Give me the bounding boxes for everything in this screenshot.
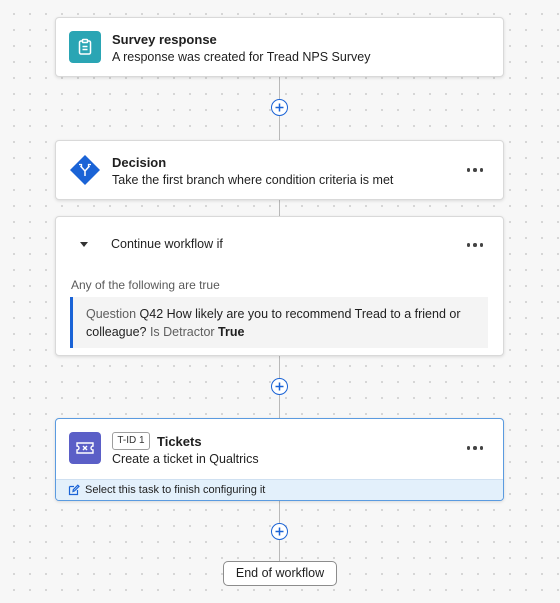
condition-question: Q42 How likely are you to recommend Trea… xyxy=(86,307,461,339)
decision-more-button[interactable] xyxy=(463,161,487,179)
trigger-card[interactable]: Survey response A response was created f… xyxy=(55,17,504,77)
branch-more-button[interactable] xyxy=(463,236,487,254)
ticket-icon xyxy=(69,432,101,464)
configure-task-text: Select this task to finish configuring i… xyxy=(85,484,266,496)
decision-card[interactable]: Decision Take the first branch where con… xyxy=(55,140,504,200)
add-step-button[interactable] xyxy=(271,378,288,395)
task-title: Tickets xyxy=(157,434,202,449)
branch-label: Continue workflow if xyxy=(111,237,223,251)
task-subtitle: Create a ticket in Qualtrics xyxy=(112,452,259,466)
condition-value: True xyxy=(218,325,245,339)
condition-operator: Is Detractor xyxy=(149,325,215,339)
branch-icon xyxy=(69,154,101,186)
condition-prefix: Question xyxy=(86,307,137,321)
task-card[interactable]: Tickets Create a ticket in Qualtrics Sel… xyxy=(55,418,504,501)
chevron-down-icon[interactable] xyxy=(80,242,88,247)
condition-row[interactable]: Question Q42 How likely are you to recom… xyxy=(70,297,488,348)
add-step-button[interactable] xyxy=(271,99,288,116)
end-of-workflow: End of workflow xyxy=(223,561,337,586)
task-more-button[interactable] xyxy=(463,439,487,457)
add-step-button[interactable] xyxy=(271,523,288,540)
decision-title: Decision xyxy=(112,155,167,170)
clipboard-icon xyxy=(69,31,101,63)
connector-line xyxy=(279,200,280,216)
edit-icon xyxy=(68,484,80,496)
configure-task-banner[interactable]: Select this task to finish configuring i… xyxy=(56,479,503,500)
trigger-subtitle: A response was created for Tread NPS Sur… xyxy=(112,50,371,64)
task-id-badge: T-ID 1 xyxy=(112,432,150,450)
condition-match-text: Any of the following are true xyxy=(71,278,220,292)
trigger-title: Survey response xyxy=(112,32,217,47)
decision-subtitle: Take the first branch where condition cr… xyxy=(112,173,394,187)
